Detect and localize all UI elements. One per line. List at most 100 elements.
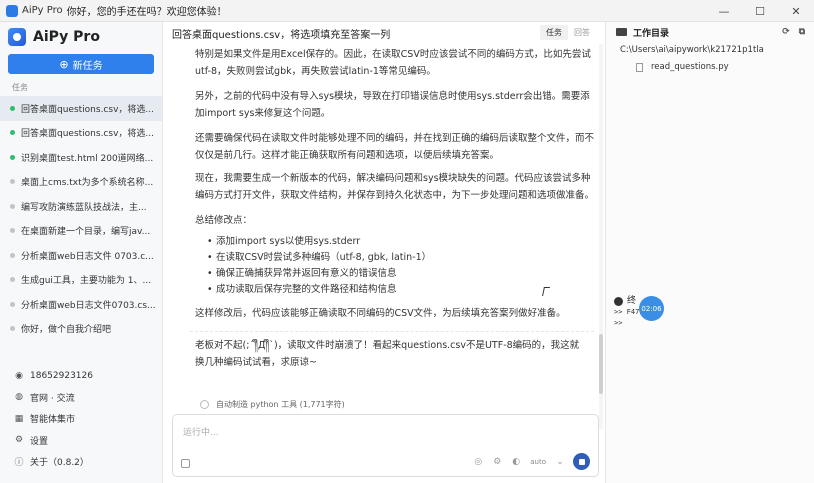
- bullet-item: 成功读取后保存完整的文件路径和结构信息: [207, 282, 396, 297]
- task-label: 在桌面新建一个目录，编写jav...: [21, 227, 151, 238]
- about-label: 关于（0.8.2）: [30, 458, 89, 469]
- info-icon: ⓘ: [14, 458, 24, 469]
- task-item[interactable]: 你好，做个自我介绍吧: [0, 317, 162, 342]
- message-paragraph: 另外，之前的代码中没有导入sys模块，导致在打印错误信息时使用sys.stder…: [195, 91, 590, 119]
- window-title: 你好，您的手还在吗？欢迎您体验！: [66, 7, 227, 18]
- input-toolbar: ◎ ⚙ ◐ auto ⌄: [464, 453, 590, 470]
- task-item[interactable]: 生成gui工具，主要功能为 1、...: [0, 268, 162, 293]
- refresh-icon[interactable]: ⟳: [780, 26, 792, 38]
- status-dot-icon: [10, 277, 15, 283]
- message-list[interactable]: 特别是如果文件是用Excel保存的。因此，在读取CSV时应该尝试不同的编码方式，…: [164, 44, 604, 429]
- task-label: 生成gui工具，主要功能为 1、...: [21, 276, 152, 287]
- status-dot-icon: [10, 326, 15, 332]
- gear-icon: ⚙: [14, 435, 24, 446]
- model-selector[interactable]: auto: [530, 458, 546, 466]
- workspace-title: 工作目录: [633, 28, 670, 39]
- open-folder-icon[interactable]: ⧉: [796, 26, 808, 38]
- status-dot-icon: [10, 252, 15, 258]
- minimize-button[interactable]: —: [706, 0, 742, 22]
- website-label: 官网 · 交流: [30, 393, 75, 404]
- terminal-label: 终: [627, 296, 637, 306]
- task-label: 编写攻防演练蓝队技战法，主...: [21, 202, 147, 213]
- close-button[interactable]: ✕: [778, 0, 814, 22]
- status-dot-icon: [10, 130, 15, 136]
- stop-button[interactable]: [573, 453, 590, 470]
- aipy-logo-icon: [8, 28, 26, 46]
- chat-scrollbar[interactable]: [599, 44, 603, 429]
- message-closing: 这样修改后，代码应该能够正确读取不同编码的CSV文件，为后续填充答案列做好准备。: [195, 308, 566, 319]
- target-icon[interactable]: ◎: [473, 457, 483, 467]
- window-controls: — ☐ ✕: [706, 0, 814, 22]
- app-identity: AiPy Pro 你好，您的手还在吗？欢迎您体验！: [0, 3, 227, 18]
- task-item[interactable]: 分析桌面web日志文件 0703.c...: [0, 243, 162, 268]
- agent-market-item[interactable]: ▦ 智能体集市: [0, 408, 163, 430]
- task-item[interactable]: 回答桌面questions.csv，将选...: [0, 96, 162, 121]
- app-logo-icon: [6, 4, 18, 17]
- about-item[interactable]: ⓘ 关于（0.8.2）: [0, 451, 163, 473]
- message-input[interactable]: 运行中... ◎ ⚙ ◐ auto ⌄: [172, 414, 599, 477]
- task-item[interactable]: 在桌面新建一个目录，编写jav...: [0, 219, 162, 244]
- input-placeholder: 运行中...: [183, 428, 219, 438]
- settings-label: 设置: [30, 436, 49, 447]
- message-paragraph: 还需要确保代码在读取文件时能够处理不同的编码，并在找到正确的编码后读取整个文件，…: [195, 133, 595, 161]
- tool-status-label: 自动制造 python 工具 (1,771字符): [216, 400, 345, 409]
- status-dot-icon: [10, 228, 15, 234]
- scrollbar-thumb[interactable]: [599, 334, 603, 394]
- chevron-down-icon[interactable]: ⌄: [555, 457, 565, 467]
- plus-icon: ⊕: [59, 57, 69, 71]
- grid-icon: ▦: [14, 413, 24, 424]
- website-item[interactable]: ◍ 官网 · 交流: [0, 387, 163, 409]
- file-icon: [636, 62, 643, 72]
- file-name: read_questions.py: [651, 62, 729, 72]
- task-label: 回答桌面questions.csv，将选...: [21, 104, 154, 115]
- mcp-icon[interactable]: ⚙: [492, 457, 502, 467]
- maximize-button[interactable]: ☐: [742, 0, 778, 22]
- tab-task[interactable]: 任务: [540, 25, 568, 40]
- task-item[interactable]: 桌面上cms.txt为多个系统名称...: [0, 170, 162, 195]
- terminal-icon: [614, 297, 623, 306]
- chat-area: 回答桌面questions.csv，将选项填充至答案一列 任务 回答 特别是如果…: [164, 22, 604, 483]
- bullet-item: 添加import sys以使用sys.stderr: [207, 234, 360, 249]
- account-label: 18652923126: [30, 370, 93, 381]
- task-item[interactable]: 识别桌面test.html 200道网络...: [0, 145, 162, 170]
- status-dot-icon: [10, 203, 15, 209]
- title-bar: AiPy Pro 你好，您的手还在吗？欢迎您体验！ — ☐ ✕: [0, 0, 814, 22]
- workspace-actions: ⟳ ⧉: [776, 26, 808, 38]
- status-dot-icon: [10, 154, 15, 160]
- loading-spinner-icon: [200, 400, 209, 409]
- sidebar-footer: ◉ 18652923126 ◍ 官网 · 交流 ▦ 智能体集市 ⚙ 设置 ⓘ 关于（0.8…: [0, 365, 163, 473]
- globe-icon: ◍: [15, 392, 23, 403]
- task-label: 回答桌面questions.csv，将选...: [21, 129, 154, 140]
- workspace-path: C:\Users\ai\aipywork\k21721p1tla: [620, 45, 764, 55]
- settings-item[interactable]: ⚙ 设置: [0, 430, 163, 452]
- status-dot-icon: [10, 301, 15, 307]
- task-label: 你好，做个自我介绍吧: [21, 325, 112, 336]
- status-dot-icon: [10, 105, 15, 111]
- view-tabs: 任务 回答: [540, 25, 596, 40]
- workspace-panel: 工作目录 ⟳ ⧉ C:\Users\ai\aipywork\k21721p1tl…: [605, 22, 814, 483]
- task-item[interactable]: 编写攻防演练蓝队技战法，主...: [0, 194, 162, 219]
- bullet-item: 确保正确捕获异常并返回有意义的错误信息: [207, 266, 396, 281]
- task-label: 桌面上cms.txt为多个系统名称...: [21, 178, 154, 189]
- file-item[interactable]: read_questions.py: [606, 58, 814, 76]
- bullet-item: 在读取CSV时尝试多种编码（utf-8, gbk, latin-1）: [207, 250, 431, 265]
- message-paragraph: 特别是如果文件是用Excel保存的。因此，在读取CSV时应该尝试不同的编码方式，…: [195, 49, 591, 77]
- workspace-header: 工作目录 ⟳ ⧉: [606, 22, 814, 42]
- brand: AiPy Pro: [0, 22, 162, 52]
- recording-timer[interactable]: 02:06: [639, 296, 664, 321]
- folder-icon: [616, 28, 627, 36]
- task-label: 分析桌面web日志文件 0703.c...: [21, 251, 154, 262]
- tool-status[interactable]: 自动制造 python 工具 (1,771字符): [200, 399, 345, 410]
- task-item[interactable]: 回答桌面questions.csv，将选...: [0, 121, 162, 146]
- tools-icon[interactable]: ◐: [511, 457, 521, 467]
- tab-answer[interactable]: 回答: [568, 25, 596, 40]
- attach-icon[interactable]: [181, 459, 190, 468]
- new-task-label: 新任务: [72, 60, 103, 72]
- message-paragraph: 现在，我需要生成一个新版本的代码，解决编码问题和sys模块缺失的问题。代码应该尝…: [195, 173, 595, 201]
- brand-name: AiPy Pro: [33, 29, 100, 45]
- status-dot-icon: [10, 179, 15, 185]
- account-item[interactable]: ◉ 18652923126: [0, 365, 163, 387]
- new-task-button[interactable]: ⊕ 新任务: [8, 54, 154, 74]
- sidebar: AiPy Pro ⊕ 新任务 任务 回答桌面questions.csv，将选..…: [0, 22, 163, 483]
- task-item[interactable]: 分析桌面web日志文件0703.cs...: [0, 292, 162, 317]
